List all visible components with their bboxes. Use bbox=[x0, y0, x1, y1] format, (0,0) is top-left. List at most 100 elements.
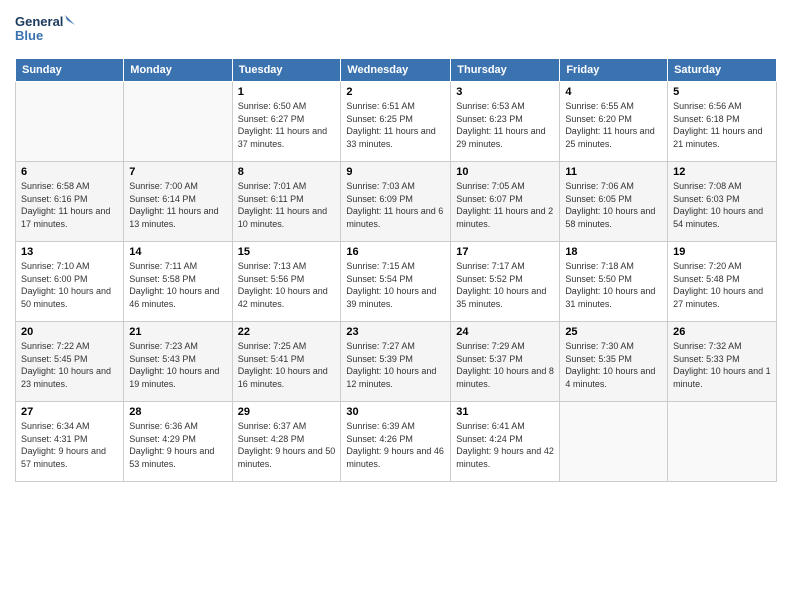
calendar-cell: 27 Sunrise: 6:34 AM Sunset: 4:31 PM Dayl… bbox=[16, 402, 124, 482]
logo-svg: General Blue bbox=[15, 10, 75, 50]
calendar-cell: 31 Sunrise: 6:41 AM Sunset: 4:24 PM Dayl… bbox=[451, 402, 560, 482]
sunrise-text: Sunrise: 7:30 AM bbox=[565, 341, 634, 351]
calendar-cell: 7 Sunrise: 7:00 AM Sunset: 6:14 PM Dayli… bbox=[124, 162, 232, 242]
calendar-cell: 20 Sunrise: 7:22 AM Sunset: 5:45 PM Dayl… bbox=[16, 322, 124, 402]
daylight-text: Daylight: 9 hours and 50 minutes. bbox=[238, 446, 336, 469]
sunset-text: Sunset: 6:16 PM bbox=[21, 194, 88, 204]
daylight-text: Daylight: 9 hours and 46 minutes. bbox=[346, 446, 444, 469]
day-number: 23 bbox=[346, 326, 445, 338]
daylight-text: Daylight: 10 hours and 39 minutes. bbox=[346, 286, 436, 309]
daylight-text: Daylight: 11 hours and 37 minutes. bbox=[238, 126, 327, 149]
daylight-text: Daylight: 10 hours and 46 minutes. bbox=[129, 286, 219, 309]
day-info: Sunrise: 7:27 AM Sunset: 5:39 PM Dayligh… bbox=[346, 340, 445, 390]
calendar-cell: 24 Sunrise: 7:29 AM Sunset: 5:37 PM Dayl… bbox=[451, 322, 560, 402]
day-info: Sunrise: 7:00 AM Sunset: 6:14 PM Dayligh… bbox=[129, 180, 226, 230]
sunrise-text: Sunrise: 6:36 AM bbox=[129, 421, 198, 431]
day-number: 6 bbox=[21, 166, 118, 178]
calendar-cell: 15 Sunrise: 7:13 AM Sunset: 5:56 PM Dayl… bbox=[232, 242, 341, 322]
calendar-week-row: 27 Sunrise: 6:34 AM Sunset: 4:31 PM Dayl… bbox=[16, 402, 777, 482]
sunrise-text: Sunrise: 7:03 AM bbox=[346, 181, 415, 191]
sunset-text: Sunset: 4:29 PM bbox=[129, 434, 196, 444]
day-info: Sunrise: 7:30 AM Sunset: 5:35 PM Dayligh… bbox=[565, 340, 662, 390]
day-info: Sunrise: 6:51 AM Sunset: 6:25 PM Dayligh… bbox=[346, 100, 445, 150]
sunrise-text: Sunrise: 6:41 AM bbox=[456, 421, 525, 431]
day-info: Sunrise: 7:20 AM Sunset: 5:48 PM Dayligh… bbox=[673, 260, 771, 310]
day-number: 30 bbox=[346, 406, 445, 418]
daylight-text: Daylight: 10 hours and 23 minutes. bbox=[21, 366, 111, 389]
day-number: 12 bbox=[673, 166, 771, 178]
day-number: 10 bbox=[456, 166, 554, 178]
weekday-header: Monday bbox=[124, 59, 232, 82]
weekday-header: Saturday bbox=[668, 59, 777, 82]
day-info: Sunrise: 6:37 AM Sunset: 4:28 PM Dayligh… bbox=[238, 420, 336, 470]
sunrise-text: Sunrise: 7:01 AM bbox=[238, 181, 307, 191]
sunset-text: Sunset: 6:20 PM bbox=[565, 114, 632, 124]
day-info: Sunrise: 7:13 AM Sunset: 5:56 PM Dayligh… bbox=[238, 260, 336, 310]
calendar-cell: 11 Sunrise: 7:06 AM Sunset: 6:05 PM Dayl… bbox=[560, 162, 668, 242]
day-number: 27 bbox=[21, 406, 118, 418]
sunrise-text: Sunrise: 7:27 AM bbox=[346, 341, 415, 351]
day-number: 5 bbox=[673, 86, 771, 98]
sunset-text: Sunset: 4:26 PM bbox=[346, 434, 413, 444]
daylight-text: Daylight: 11 hours and 13 minutes. bbox=[129, 206, 218, 229]
sunset-text: Sunset: 5:39 PM bbox=[346, 354, 413, 364]
sunset-text: Sunset: 6:18 PM bbox=[673, 114, 740, 124]
sunset-text: Sunset: 4:24 PM bbox=[456, 434, 523, 444]
weekday-header: Tuesday bbox=[232, 59, 341, 82]
day-number: 20 bbox=[21, 326, 118, 338]
sunset-text: Sunset: 5:43 PM bbox=[129, 354, 196, 364]
svg-text:General: General bbox=[15, 14, 63, 29]
sunrise-text: Sunrise: 7:29 AM bbox=[456, 341, 525, 351]
calendar-week-row: 20 Sunrise: 7:22 AM Sunset: 5:45 PM Dayl… bbox=[16, 322, 777, 402]
daylight-text: Daylight: 10 hours and 4 minutes. bbox=[565, 366, 655, 389]
day-number: 9 bbox=[346, 166, 445, 178]
daylight-text: Daylight: 10 hours and 19 minutes. bbox=[129, 366, 219, 389]
sunrise-text: Sunrise: 7:17 AM bbox=[456, 261, 525, 271]
day-number: 26 bbox=[673, 326, 771, 338]
calendar-week-row: 6 Sunrise: 6:58 AM Sunset: 6:16 PM Dayli… bbox=[16, 162, 777, 242]
calendar-cell: 9 Sunrise: 7:03 AM Sunset: 6:09 PM Dayli… bbox=[341, 162, 451, 242]
day-number: 31 bbox=[456, 406, 554, 418]
sunset-text: Sunset: 6:00 PM bbox=[21, 274, 88, 284]
sunset-text: Sunset: 5:56 PM bbox=[238, 274, 305, 284]
sunrise-text: Sunrise: 6:50 AM bbox=[238, 101, 307, 111]
day-number: 22 bbox=[238, 326, 336, 338]
daylight-text: Daylight: 11 hours and 33 minutes. bbox=[346, 126, 435, 149]
sunset-text: Sunset: 5:35 PM bbox=[565, 354, 632, 364]
day-info: Sunrise: 7:05 AM Sunset: 6:07 PM Dayligh… bbox=[456, 180, 554, 230]
day-number: 16 bbox=[346, 246, 445, 258]
daylight-text: Daylight: 10 hours and 50 minutes. bbox=[21, 286, 111, 309]
weekday-header: Thursday bbox=[451, 59, 560, 82]
calendar-cell: 12 Sunrise: 7:08 AM Sunset: 6:03 PM Dayl… bbox=[668, 162, 777, 242]
sunset-text: Sunset: 6:09 PM bbox=[346, 194, 413, 204]
sunrise-text: Sunrise: 7:22 AM bbox=[21, 341, 90, 351]
daylight-text: Daylight: 9 hours and 57 minutes. bbox=[21, 446, 106, 469]
svg-text:Blue: Blue bbox=[15, 28, 43, 43]
calendar-cell: 26 Sunrise: 7:32 AM Sunset: 5:33 PM Dayl… bbox=[668, 322, 777, 402]
calendar-cell bbox=[668, 402, 777, 482]
daylight-text: Daylight: 9 hours and 42 minutes. bbox=[456, 446, 554, 469]
daylight-text: Daylight: 11 hours and 21 minutes. bbox=[673, 126, 762, 149]
daylight-text: Daylight: 10 hours and 54 minutes. bbox=[673, 206, 763, 229]
calendar-cell: 25 Sunrise: 7:30 AM Sunset: 5:35 PM Dayl… bbox=[560, 322, 668, 402]
calendar-cell: 8 Sunrise: 7:01 AM Sunset: 6:11 PM Dayli… bbox=[232, 162, 341, 242]
sunset-text: Sunset: 6:25 PM bbox=[346, 114, 413, 124]
sunset-text: Sunset: 5:33 PM bbox=[673, 354, 740, 364]
daylight-text: Daylight: 9 hours and 53 minutes. bbox=[129, 446, 214, 469]
calendar-cell: 28 Sunrise: 6:36 AM Sunset: 4:29 PM Dayl… bbox=[124, 402, 232, 482]
logo: General Blue bbox=[15, 10, 75, 50]
sunset-text: Sunset: 5:41 PM bbox=[238, 354, 305, 364]
weekday-header: Sunday bbox=[16, 59, 124, 82]
day-info: Sunrise: 6:41 AM Sunset: 4:24 PM Dayligh… bbox=[456, 420, 554, 470]
day-number: 15 bbox=[238, 246, 336, 258]
day-number: 2 bbox=[346, 86, 445, 98]
daylight-text: Daylight: 11 hours and 17 minutes. bbox=[21, 206, 110, 229]
sunrise-text: Sunrise: 7:18 AM bbox=[565, 261, 634, 271]
calendar-cell: 16 Sunrise: 7:15 AM Sunset: 5:54 PM Dayl… bbox=[341, 242, 451, 322]
calendar-cell: 30 Sunrise: 6:39 AM Sunset: 4:26 PM Dayl… bbox=[341, 402, 451, 482]
sunset-text: Sunset: 5:45 PM bbox=[21, 354, 88, 364]
calendar-cell: 13 Sunrise: 7:10 AM Sunset: 6:00 PM Dayl… bbox=[16, 242, 124, 322]
sunset-text: Sunset: 6:03 PM bbox=[673, 194, 740, 204]
day-number: 18 bbox=[565, 246, 662, 258]
calendar-cell bbox=[560, 402, 668, 482]
